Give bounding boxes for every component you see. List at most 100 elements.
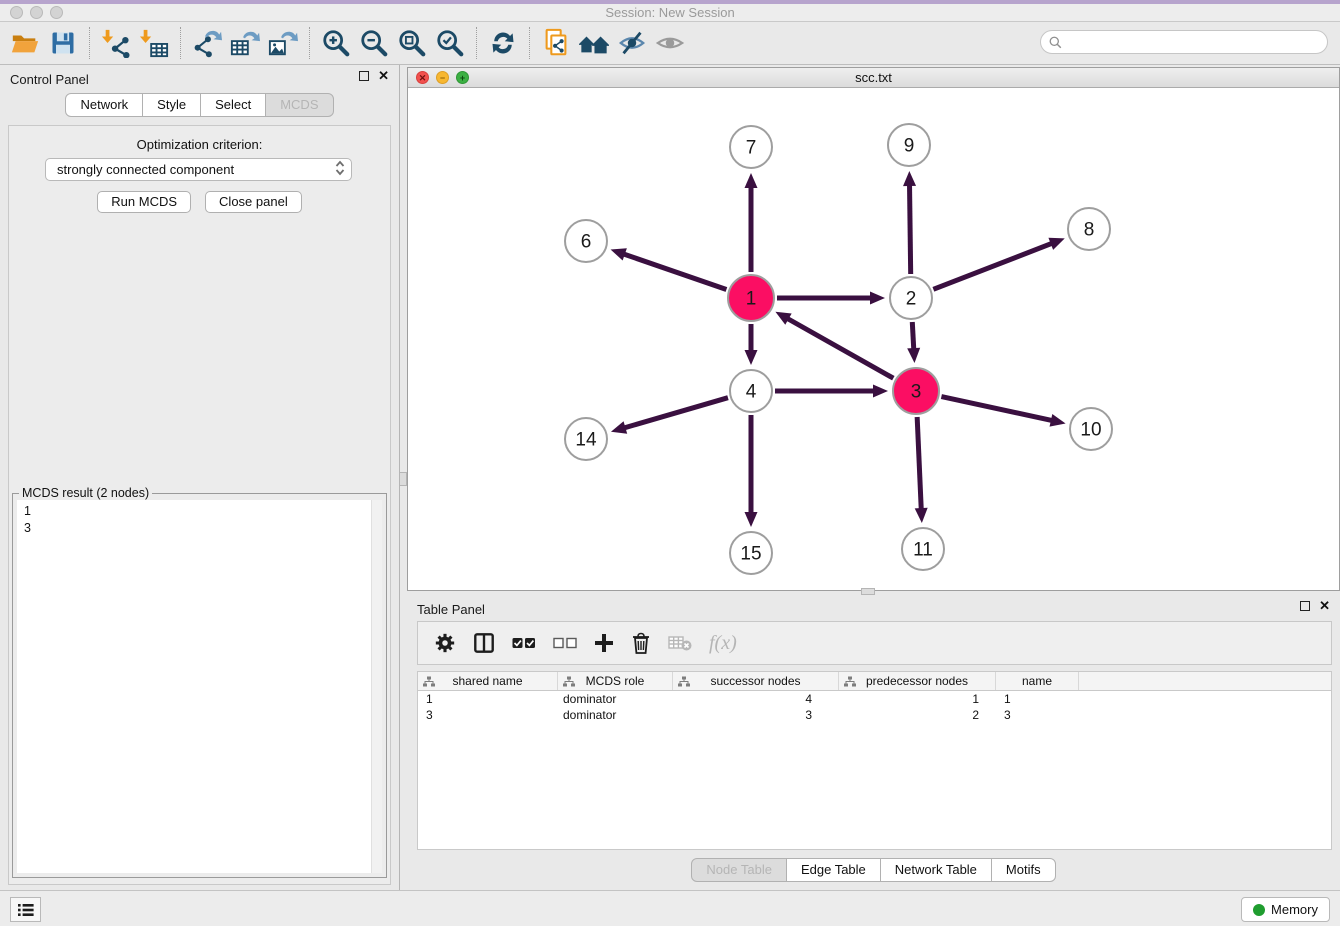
table-cell[interactable]: 3 <box>673 707 839 723</box>
main-toolbar <box>0 22 1340 65</box>
criterion-value: strongly connected component <box>57 162 234 177</box>
table-cell[interactable]: dominator <box>558 691 673 707</box>
run-mcds-button[interactable]: Run MCDS <box>97 191 191 213</box>
tab-motifs[interactable]: Motifs <box>991 858 1056 882</box>
save-session-icon[interactable] <box>44 25 82 61</box>
tab-mcds[interactable]: MCDS <box>265 93 333 117</box>
mcds-result-title: MCDS result (2 nodes) <box>19 486 152 500</box>
tab-select[interactable]: Select <box>200 93 266 117</box>
edge-arrowhead <box>611 421 627 433</box>
table-cell[interactable]: 4 <box>673 691 839 707</box>
control-panel-tabbar: NetworkStyleSelectMCDS <box>0 93 399 117</box>
table-cell[interactable]: 1 <box>418 691 558 707</box>
close-table-panel-icon[interactable]: ✕ <box>1319 601 1330 611</box>
hide-eye-icon[interactable] <box>613 25 651 61</box>
column-header-shared-name[interactable]: shared name <box>418 672 558 690</box>
export-network-icon[interactable] <box>188 25 226 61</box>
network-window-title: scc.txt <box>408 70 1339 85</box>
float-table-panel-icon[interactable] <box>1300 601 1310 611</box>
edge-arrowhead <box>870 292 885 305</box>
show-eye-icon[interactable] <box>651 25 689 61</box>
delete-icon[interactable] <box>631 632 651 654</box>
delete-table-icon <box>668 634 692 652</box>
close-panel-icon[interactable]: ✕ <box>378 71 389 81</box>
table-cell[interactable]: 1 <box>839 691 996 707</box>
apply-layout-icon[interactable] <box>484 25 522 61</box>
open-file-icon[interactable] <box>6 25 44 61</box>
column-header-successor-nodes[interactable]: successor nodes <box>673 672 839 690</box>
task-history-button[interactable] <box>10 897 41 922</box>
status-bar: Memory <box>0 890 1340 926</box>
network-view-window: ✕ − + scc.txt 7968124314101511 <box>407 67 1340 591</box>
edge-arrowhead <box>1050 414 1066 427</box>
select-all-icon[interactable] <box>512 636 536 650</box>
table-row[interactable]: 3dominator323 <box>418 707 1331 723</box>
control-panel: Control Panel ✕ NetworkStyleSelectMCDS O… <box>0 65 400 890</box>
graph-edge[interactable] <box>623 398 728 428</box>
graph-edge[interactable] <box>912 322 914 350</box>
tab-node-table[interactable]: Node Table <box>691 858 787 882</box>
optimization-criterion-label: Optimization criterion: <box>0 137 399 152</box>
graph-edge[interactable] <box>787 318 894 378</box>
memory-button[interactable]: Memory <box>1241 897 1330 922</box>
network-window-titlebar[interactable]: ✕ − + scc.txt <box>408 68 1339 88</box>
graph-node-label: 14 <box>575 430 597 451</box>
export-image-icon[interactable] <box>264 25 302 61</box>
mcds-result-textarea[interactable]: 1 3 <box>17 500 382 873</box>
table-panel: Table Panel ✕ <box>407 595 1340 890</box>
zoom-out-icon[interactable] <box>355 25 393 61</box>
tab-edge-table[interactable]: Edge Table <box>786 858 881 882</box>
vertical-splitter-handle[interactable] <box>399 472 407 486</box>
edge-arrowhead <box>873 385 888 398</box>
graph-edge[interactable] <box>917 417 921 510</box>
edge-arrowhead <box>903 171 916 186</box>
task-list-icon <box>18 903 34 917</box>
close-panel-button[interactable]: Close panel <box>205 191 302 213</box>
graph-edge[interactable] <box>933 243 1052 289</box>
table-cell[interactable]: 3 <box>996 707 1079 723</box>
float-panel-icon[interactable] <box>359 71 369 81</box>
graph-node-label: 11 <box>913 540 933 561</box>
network-canvas[interactable]: 7968124314101511 <box>408 88 1339 590</box>
import-network-icon[interactable] <box>97 25 135 61</box>
table-cell[interactable]: 2 <box>839 707 996 723</box>
column-header-predecessor-nodes[interactable]: predecessor nodes <box>839 672 996 690</box>
criterion-dropdown[interactable]: strongly connected component <box>45 158 352 181</box>
titlebar: Session: New Session <box>0 4 1340 22</box>
graph-node-label: 8 <box>1084 220 1095 241</box>
toolbar-separator <box>309 27 310 59</box>
horizontal-splitter-handle[interactable] <box>861 588 875 595</box>
new-network-icon[interactable] <box>537 25 575 61</box>
graph-node-label: 10 <box>1080 420 1101 441</box>
columns-icon[interactable] <box>473 632 495 654</box>
zoom-fit-icon[interactable] <box>393 25 431 61</box>
table-cell[interactable]: 3 <box>418 707 558 723</box>
zoom-selected-icon[interactable] <box>431 25 469 61</box>
column-header-name[interactable]: name <box>996 672 1079 690</box>
edge-arrowhead <box>915 508 928 523</box>
tab-network-table[interactable]: Network Table <box>880 858 992 882</box>
table-cell[interactable]: dominator <box>558 707 673 723</box>
table-cell[interactable]: 1 <box>996 691 1079 707</box>
tab-network[interactable]: Network <box>65 93 143 117</box>
add-icon[interactable] <box>594 633 614 653</box>
dropdown-stepper-icon <box>335 160 345 179</box>
result-scrollbar[interactable] <box>371 500 382 873</box>
toolbar-separator <box>89 27 90 59</box>
unselect-all-icon[interactable] <box>553 636 577 650</box>
memory-status-dot <box>1253 904 1265 916</box>
graph-edge[interactable] <box>910 184 911 274</box>
zoom-in-icon[interactable] <box>317 25 355 61</box>
mcds-result-values: 1 3 <box>17 500 382 537</box>
export-table-icon[interactable] <box>226 25 264 61</box>
search-input[interactable] <box>1067 35 1327 50</box>
home-icon[interactable] <box>575 25 613 61</box>
import-table-icon[interactable] <box>135 25 173 61</box>
search-field[interactable] <box>1040 30 1328 54</box>
tab-style[interactable]: Style <box>142 93 201 117</box>
column-header-MCDS-role[interactable]: MCDS role <box>558 672 673 690</box>
table-row[interactable]: 1dominator411 <box>418 691 1331 707</box>
gear-icon[interactable] <box>434 632 456 654</box>
graph-edge[interactable] <box>941 397 1052 421</box>
graph-edge[interactable] <box>623 254 727 290</box>
